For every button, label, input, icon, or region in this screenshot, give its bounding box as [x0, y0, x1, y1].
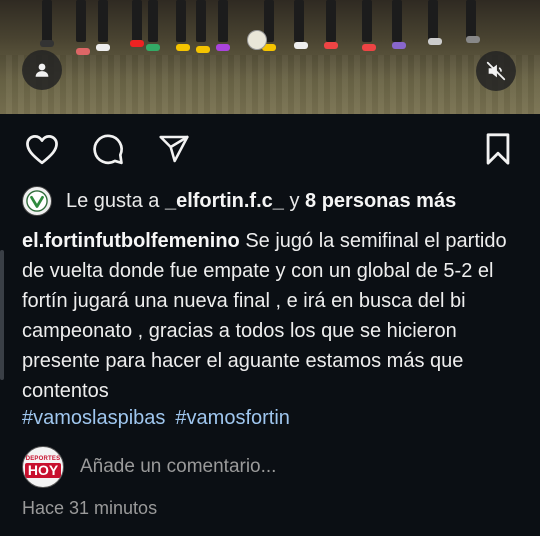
post-media[interactable]: [0, 0, 540, 114]
comment-bubble-icon: [93, 134, 123, 165]
likes-connector: y: [283, 189, 306, 212]
likes-others-count[interactable]: 8 personas más: [305, 190, 456, 212]
players-legs-image: [36, 0, 496, 60]
likes-text: Le gusta a _elfortin.f.c_ y 8 personas m…: [66, 190, 456, 213]
grass-texture: [0, 55, 540, 114]
add-comment-input[interactable]: Añade un comentario...: [80, 456, 276, 478]
person-icon: [35, 63, 49, 77]
add-comment-row[interactable]: DEPORTES HOY Añade un comentario...: [22, 446, 276, 488]
hashtag-link[interactable]: #vamoslaspibas: [22, 407, 165, 429]
likes-summary[interactable]: Le gusta a _elfortin.f.c_ y 8 personas m…: [22, 186, 456, 216]
comment-button[interactable]: [88, 127, 128, 171]
hashtag-link[interactable]: #vamosfortin: [175, 407, 290, 429]
caption-hashtags: #vamoslaspibas #vamosfortin: [22, 404, 300, 432]
soccer-ball: [247, 30, 267, 50]
club-shield-icon: [26, 190, 48, 212]
liker-avatar[interactable]: [22, 186, 52, 216]
share-button[interactable]: [154, 127, 194, 171]
like-button[interactable]: [22, 127, 62, 171]
current-user-avatar: DEPORTES HOY: [22, 446, 64, 488]
post-action-bar: [0, 127, 540, 171]
likes-prefix: Le gusta a: [66, 189, 165, 212]
post-timestamp: Hace 31 minutos: [22, 498, 158, 518]
post-caption: el.fortinfutbolfemenino Se jugó la semif…: [22, 226, 522, 406]
likes-username[interactable]: _elfortin.f.c_: [165, 190, 284, 212]
mute-button[interactable]: [476, 51, 516, 91]
avatar-logo-main: HOY: [24, 463, 62, 478]
tagged-users-button[interactable]: [22, 50, 62, 90]
caption-username[interactable]: el.fortinfutbolfemenino: [22, 230, 240, 252]
caption-text: Se jugó la semifinal el partido de vuelt…: [22, 230, 507, 402]
heart-icon: [26, 134, 58, 165]
speaker-muted-icon: [486, 61, 506, 81]
bookmark-icon: [486, 133, 510, 165]
paper-plane-icon: [159, 135, 189, 163]
scroll-edge-indicator: [0, 250, 4, 380]
save-button[interactable]: [478, 127, 518, 171]
